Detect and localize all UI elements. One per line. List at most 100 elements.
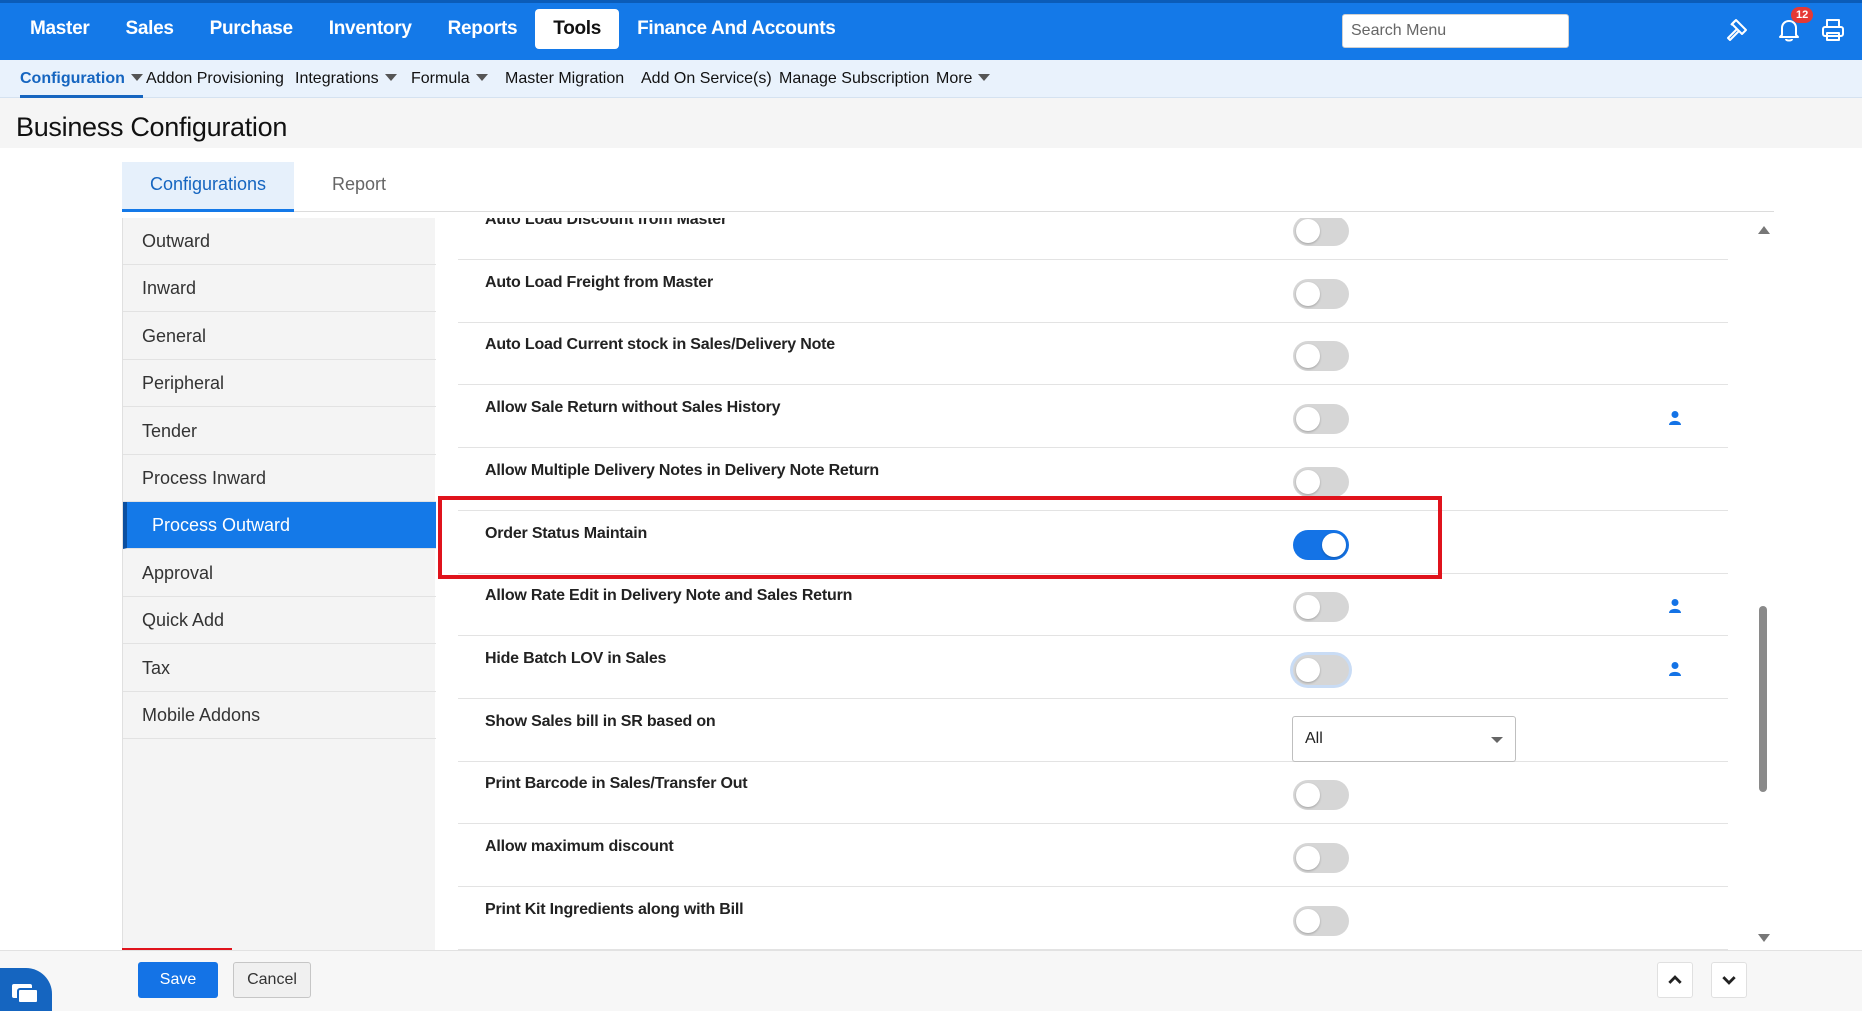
setting-label: Allow Sale Return without Sales History <box>485 399 781 417</box>
printer-icon[interactable] <box>1819 16 1847 44</box>
sidebar-item-process-outward[interactable]: Process Outward <box>123 502 436 550</box>
topnav-sales[interactable]: Sales <box>107 9 191 49</box>
setting-label: Allow Rate Edit in Delivery Note and Sal… <box>485 587 853 605</box>
setting-row-print-kit-ingredients-along-with-bill: Print Kit Ingredients along with Bill <box>458 888 1728 950</box>
subnav-label: Integrations <box>295 70 379 87</box>
subnav-label: Master Migration <box>505 70 625 87</box>
setting-label: Print Kit Ingredients along with Bill <box>485 900 744 918</box>
caret-down-icon <box>475 74 488 82</box>
setting-label: Order Status Maintain <box>485 524 648 542</box>
toggle-allow-maximum-discount[interactable] <box>1293 843 1349 873</box>
subnav-label: More <box>936 70 973 87</box>
chevron-down-icon <box>1722 976 1736 985</box>
cancel-button[interactable]: Cancel <box>233 962 311 998</box>
subnav-addon-provisioning[interactable]: Addon Provisioning <box>146 60 284 98</box>
scroll-up-arrow[interactable] <box>1758 226 1770 234</box>
topnav-reports[interactable]: Reports <box>430 9 536 49</box>
toggle-knob <box>1296 281 1320 306</box>
sidebar-item-tender[interactable]: Tender <box>123 408 436 455</box>
main-menu: Master Sales Purchase Inventory Reports Tools… <box>12 8 854 50</box>
subnav-configuration[interactable]: Configuration <box>20 60 143 98</box>
toggle-knob <box>1296 657 1320 682</box>
setting-row-show-sales-bill-in-sr-based-on: Show Sales bill in SR based on All <box>458 700 1728 762</box>
setting-row-allow-multiple-delivery-notes-in-delivery-note-return: Allow Multiple Delivery Notes in Deliver… <box>458 449 1728 511</box>
sidebar-item-quick-add[interactable]: Quick Add <box>123 597 436 645</box>
caret-down-icon <box>384 74 397 82</box>
toggle-knob <box>1296 783 1320 808</box>
sidebar-item-mobile-addons[interactable]: Mobile Addons <box>123 692 436 739</box>
caret-down-icon <box>1491 736 1503 743</box>
setting-row-auto-load-current-stock-in-sales-delivery-note: Auto Load Current stock in Sales/Deliver… <box>458 323 1728 386</box>
setting-label: Allow maximum discount <box>485 838 674 855</box>
subnav-label: Add On Service(s) <box>641 70 772 87</box>
select-value: All <box>1305 729 1323 747</box>
setting-row-order-status-maintain: Order Status Maintain <box>458 512 1728 574</box>
scroll-thumb[interactable] <box>1759 606 1767 792</box>
topnav-master[interactable]: Master <box>12 9 107 49</box>
user-icon[interactable] <box>1668 661 1682 677</box>
toggle-auto-load-discount-from-master[interactable] <box>1293 218 1349 246</box>
toggle-order-status-maintain[interactable] <box>1293 529 1349 560</box>
search-menu-input[interactable] <box>1342 14 1569 48</box>
setting-row-hide-batch-lov-in-sales: Hide Batch LOV in Sales <box>458 637 1728 699</box>
subnav-label: Configuration <box>20 70 125 87</box>
setting-row-print-barcode-in-sales-transfer-out: Print Barcode in Sales/Transfer Out <box>458 762 1728 825</box>
scroll-bottom-button[interactable] <box>1711 962 1747 998</box>
sub-navbar: Configuration Addon Provisioning Integrati… <box>0 60 1862 98</box>
toggle-knob <box>1296 344 1320 369</box>
tab-configurations[interactable]: Configurations <box>122 162 294 212</box>
sidebar-item-tax[interactable]: Tax <box>123 645 436 692</box>
toggle-allow-multiple-delivery-notes-in-delivery-note-return[interactable] <box>1293 466 1349 497</box>
select-show-sales-bill-in-sr-based-on[interactable]: All <box>1292 715 1516 762</box>
sidebar-item-general[interactable]: General <box>123 313 436 360</box>
toggle-knob <box>1296 846 1320 870</box>
subnav-add-on-service-s-[interactable]: Add On Service(s) <box>641 60 772 98</box>
subnav-more[interactable]: More <box>936 60 991 98</box>
topnav-tools[interactable]: Tools <box>535 9 620 49</box>
user-icon[interactable] <box>1668 410 1682 426</box>
toggle-auto-load-current-stock-in-sales-delivery-note[interactable] <box>1293 341 1349 372</box>
settings-list: Auto Load Discount from Master Auto Load … <box>458 218 1728 950</box>
toggle-allow-rate-edit-in-delivery-note-and-sales-return[interactable] <box>1293 592 1349 623</box>
setting-label: Print Barcode in Sales/Transfer Out <box>485 775 748 793</box>
setting-row-allow-rate-edit-in-delivery-note-and-sales-return: Allow Rate Edit in Delivery Note and Sal… <box>458 574 1728 637</box>
page-title: Business Configuration <box>16 112 288 142</box>
setting-label: Hide Batch LOV in Sales <box>485 649 667 667</box>
setting-label: Auto Load Discount from Master <box>485 218 728 228</box>
sidebar-item-peripheral[interactable]: Peripheral <box>123 360 436 408</box>
subnav-label: Formula <box>411 70 470 87</box>
toggle-hide-batch-lov-in-sales[interactable] <box>1293 654 1349 685</box>
setting-row-auto-load-freight-from-master: Auto Load Freight from Master <box>458 261 1728 323</box>
subnav-master-migration[interactable]: Master Migration <box>505 60 624 98</box>
toggle-print-barcode-in-sales-transfer-out[interactable] <box>1293 780 1349 811</box>
sidebar-item-inward[interactable]: Inward <box>123 265 436 313</box>
toggle-auto-load-freight-from-master[interactable] <box>1293 278 1349 309</box>
tab-report[interactable]: Report <box>294 162 424 212</box>
topnav-inventory[interactable]: Inventory <box>311 9 430 49</box>
subnav-label: Addon Provisioning <box>146 70 284 87</box>
subnav-formula[interactable]: Formula <box>411 60 488 98</box>
subnav-manage-subscription[interactable]: Manage Subscription <box>779 60 929 98</box>
toggle-knob <box>1296 595 1320 620</box>
setting-row-allow-maximum-discount: Allow maximum discount <box>458 825 1728 887</box>
scroll-top-button[interactable] <box>1657 962 1693 998</box>
save-button[interactable]: Save <box>138 962 218 998</box>
user-icon[interactable] <box>1668 598 1682 614</box>
hammer-icon[interactable] <box>1724 16 1752 44</box>
sidebar-item-process-inward[interactable]: Process Inward <box>123 455 436 502</box>
setting-label: Auto Load Freight from Master <box>485 273 713 291</box>
sidebar-item-approval[interactable]: Approval <box>123 550 436 597</box>
chat-icon[interactable] <box>0 968 52 1011</box>
setting-row-auto-load-discount-from-master: Auto Load Discount from Master <box>458 218 1728 260</box>
topnav-purchase[interactable]: Purchase <box>192 9 311 49</box>
toggle-print-kit-ingredients-along-with-bill[interactable] <box>1293 905 1349 936</box>
subnav-integrations[interactable]: Integrations <box>295 60 397 98</box>
sidebar-item-outward[interactable]: Outward <box>123 218 436 265</box>
toggle-allow-sale-return-without-sales-history[interactable] <box>1293 404 1349 435</box>
toggle-knob <box>1296 469 1320 494</box>
setting-label: Auto Load Current stock in Sales/Deliver… <box>485 336 835 354</box>
scrollbar[interactable] <box>1754 222 1772 946</box>
topnav-finance-and-accounts[interactable]: Finance And Accounts <box>619 9 853 49</box>
config-sidebar: Outward Inward General Peripheral Tender Proc… <box>122 218 436 950</box>
scroll-down-arrow[interactable] <box>1758 934 1770 942</box>
